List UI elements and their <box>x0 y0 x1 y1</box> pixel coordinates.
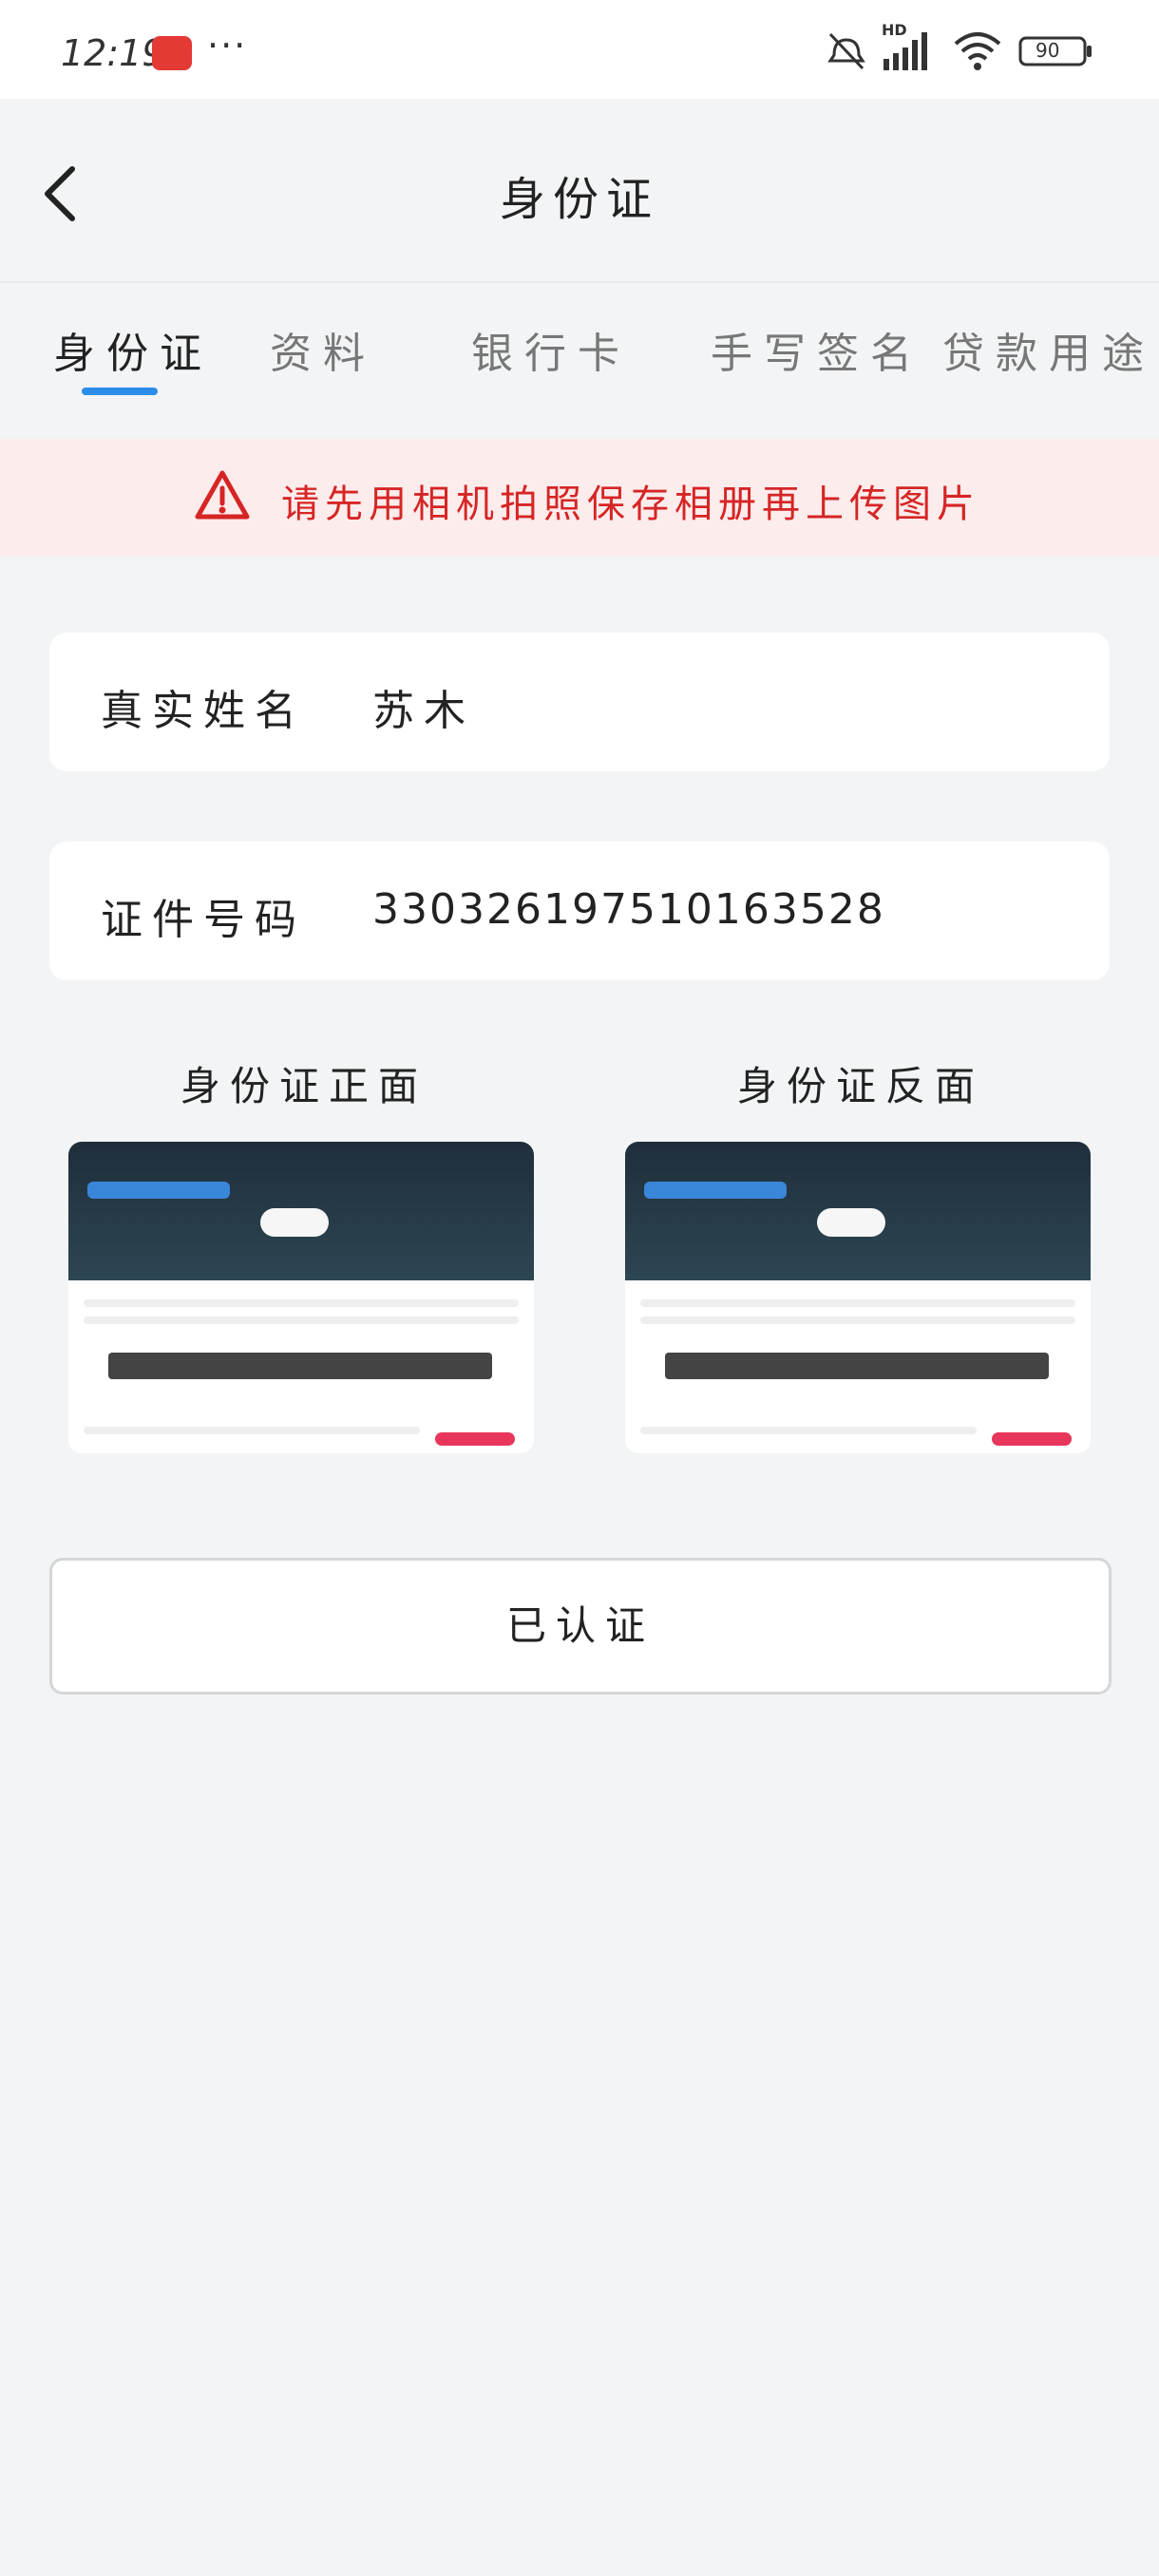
battery-icon: 90 <box>1018 27 1094 78</box>
active-tab-indicator <box>82 388 158 395</box>
tab-signature[interactable]: 手写签名 <box>711 319 923 380</box>
photo-row-line <box>640 1316 1075 1324</box>
mute-icon <box>823 27 870 78</box>
status-bar: 12:19 ··· HD 90 <box>0 0 1159 99</box>
id-front-image[interactable] <box>68 1142 534 1453</box>
photo-row-line <box>84 1299 519 1307</box>
tab-loan-purpose[interactable]: 贷款用途 <box>942 319 1155 380</box>
photo-dark-bar <box>665 1353 1049 1379</box>
tab-id-card[interactable]: 身份证 <box>53 319 213 380</box>
verified-button[interactable]: 已认证 <box>49 1558 1112 1695</box>
status-icons: HD 90 <box>823 21 1098 74</box>
status-time: 12:19 <box>61 32 165 74</box>
page-title: 身份证 <box>499 173 659 226</box>
app-notification-icon <box>152 36 192 70</box>
photo-red-button <box>435 1432 515 1446</box>
upload-notice-banner: 请先用相机拍照保存相册再上传图片 <box>0 439 1159 557</box>
wifi-icon <box>952 27 1003 78</box>
photo-row-line <box>84 1427 420 1434</box>
real-name-row: 真实姓名 苏木 <box>49 633 1110 771</box>
real-name-label: 真实姓名 <box>101 687 306 735</box>
real-name-value: 苏木 <box>372 687 475 735</box>
photo-dark-bar <box>108 1353 492 1379</box>
id-number-label: 证件号码 <box>101 896 306 944</box>
photo-avatar <box>817 1208 885 1237</box>
tab-bank-card[interactable]: 银行卡 <box>471 319 631 380</box>
photo-blue-tag <box>87 1182 230 1199</box>
photo-row-line <box>640 1299 1075 1307</box>
id-back-image[interactable] <box>625 1142 1091 1453</box>
photo-row-line <box>640 1427 977 1434</box>
id-front-title: 身份证正面 <box>180 1063 428 1109</box>
photo-blue-tag <box>644 1182 787 1199</box>
id-number-value: 330326197510163528 <box>372 885 885 934</box>
notice-text: 请先用相机拍照保存相册再上传图片 <box>281 483 980 526</box>
id-back-title: 身份证反面 <box>736 1063 984 1109</box>
photo-avatar <box>260 1208 329 1237</box>
more-notifications-icon: ··· <box>207 25 248 66</box>
tab-bar: 身份证 资料 银行卡 手写签名 贷款用途 <box>0 283 1159 435</box>
header: 身份证 <box>0 99 1159 283</box>
photo-row-line <box>84 1316 519 1324</box>
battery-level: 90 <box>1036 39 1060 62</box>
id-number-row: 证件号码 330326197510163528 <box>49 842 1110 980</box>
warning-icon <box>194 467 251 528</box>
photo-red-button <box>992 1432 1072 1446</box>
tab-profile[interactable]: 资料 <box>270 319 376 380</box>
